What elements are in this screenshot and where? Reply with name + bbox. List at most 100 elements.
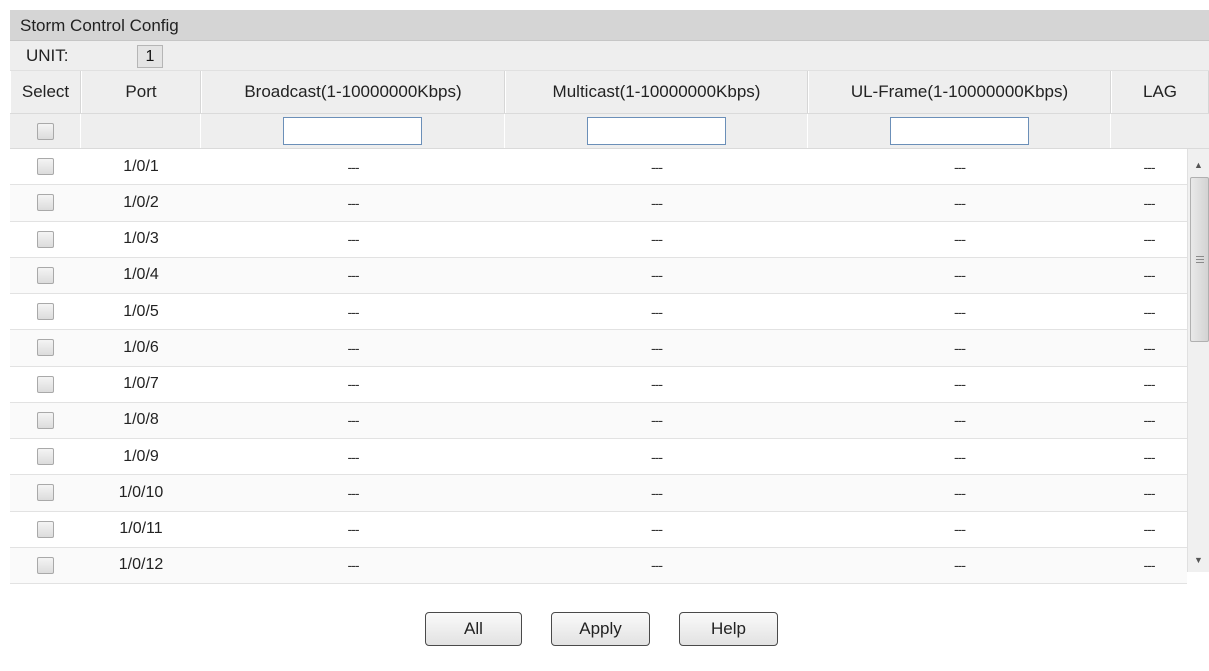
row-checkbox[interactable] (37, 194, 54, 212)
row-checkbox[interactable] (37, 266, 54, 284)
ul-frame-cell: --- (808, 512, 1111, 547)
row-select-cell (10, 475, 81, 510)
multicast-cell: --- (505, 330, 808, 365)
port-cell-value: 1/0/8 (123, 411, 159, 429)
triangle-down-icon[interactable]: ▼ (1188, 548, 1209, 572)
multicast-rate-input[interactable] (586, 117, 726, 145)
row-select-cell (10, 512, 81, 547)
table-row[interactable]: 1/0/10 --- --- --- --- (10, 475, 1187, 512)
port-cell: 1/0/8 (81, 403, 201, 438)
multicast-cell-value: --- (651, 158, 663, 175)
select-all-checkbox[interactable] (36, 122, 54, 140)
unit-bar: UNIT: 1 (10, 41, 1209, 70)
row-checkbox[interactable] (37, 230, 54, 248)
port-cell: 1/0/12 (81, 548, 201, 583)
row-checkbox[interactable] (37, 411, 54, 429)
row-checkbox[interactable] (37, 448, 54, 466)
lag-cell: --- (1111, 475, 1187, 510)
ul-frame-cell: --- (808, 403, 1111, 438)
table-row[interactable]: 1/0/7 --- --- --- --- (10, 366, 1187, 403)
port-cell-value: 1/0/10 (118, 483, 164, 501)
table-row[interactable]: 1/0/9 --- --- --- --- (10, 439, 1187, 476)
row-checkbox[interactable] (37, 375, 54, 393)
row-select-cell (10, 185, 81, 220)
ul-frame-cell: --- (808, 330, 1111, 365)
broadcast-cell-value: --- (347, 231, 360, 248)
broadcast-cell: --- (201, 185, 505, 220)
multicast-cell-value: --- (651, 484, 663, 501)
lag-cell-value: --- (1143, 267, 1156, 284)
scroll-thumb[interactable] (1190, 177, 1209, 342)
table-row[interactable]: 1/0/6 --- --- --- --- (10, 330, 1187, 367)
broadcast-rate-input[interactable] (283, 117, 422, 145)
table-row[interactable]: 1/0/8 --- --- --- --- (10, 402, 1187, 439)
ul-frame-cell-value: --- (954, 412, 966, 429)
lag-cell-value: --- (1143, 339, 1156, 356)
ul-frame-cell: --- (808, 475, 1111, 510)
port-cell: 1/0/7 (81, 367, 201, 402)
row-checkbox[interactable] (37, 158, 54, 176)
ul-frame-cell-value: --- (954, 194, 966, 211)
ul-frame-cell-value: --- (954, 448, 966, 465)
row-checkbox[interactable] (37, 303, 54, 321)
col-header-multicast: Multicast(1-10000000Kbps) (505, 71, 808, 113)
multicast-cell: --- (505, 222, 808, 257)
multicast-cell: --- (505, 367, 808, 402)
table-row[interactable]: 1/0/2 --- --- --- --- (10, 185, 1187, 222)
storm-control-panel: Storm Control Config UNIT: 1 Select Port… (10, 10, 1209, 584)
port-cell: 1/0/10 (81, 475, 201, 510)
multicast-cell: --- (505, 258, 808, 293)
ul-frame-cell: --- (808, 222, 1111, 257)
broadcast-cell-value: --- (347, 521, 360, 538)
broadcast-cell-value: --- (347, 412, 360, 429)
table-row[interactable]: 1/0/4 --- --- --- --- (10, 257, 1187, 294)
unit-label: UNIT: (26, 46, 69, 65)
lag-cell: --- (1111, 185, 1187, 220)
table-row[interactable]: 1/0/12 --- --- --- --- (10, 547, 1187, 584)
broadcast-cell-value: --- (347, 158, 360, 175)
col-header-select: Select (10, 71, 81, 113)
table-row[interactable]: 1/0/3 --- --- --- --- (10, 221, 1187, 258)
lag-cell: --- (1111, 330, 1187, 365)
broadcast-cell-value: --- (347, 267, 360, 284)
table-row[interactable]: 1/0/1 --- --- --- --- (10, 149, 1187, 186)
help-button[interactable]: Help (679, 612, 778, 646)
multicast-cell-value: --- (651, 303, 663, 320)
port-cell: 1/0/4 (81, 258, 201, 293)
ul-frame-cell-value: --- (954, 557, 966, 574)
multicast-cell-value: --- (651, 194, 663, 211)
lag-cell-value: --- (1143, 412, 1156, 429)
ul-frame-cell: --- (808, 367, 1111, 402)
apply-button[interactable]: Apply (551, 612, 650, 646)
multicast-cell-value: --- (651, 267, 663, 284)
ul-frame-cell: --- (808, 548, 1111, 583)
table-row[interactable]: 1/0/5 --- --- --- --- (10, 294, 1187, 331)
row-select-cell (10, 149, 81, 184)
port-cell-value: 1/0/4 (123, 266, 159, 284)
row-checkbox[interactable] (37, 339, 54, 357)
all-button[interactable]: All (425, 612, 522, 646)
row-checkbox[interactable] (37, 556, 54, 574)
ul-frame-rate-input[interactable] (889, 117, 1029, 145)
multicast-cell-value: --- (651, 412, 663, 429)
port-cell: 1/0/5 (81, 294, 201, 329)
ul-frame-cell-value: --- (954, 303, 966, 320)
col-header-ul-frame: UL-Frame(1-10000000Kbps) (808, 71, 1111, 113)
row-select-cell (10, 222, 81, 257)
port-cell-value: 1/0/11 (119, 520, 163, 538)
col-header-port: Port (81, 71, 201, 113)
triangle-up-icon[interactable]: ▲ (1188, 153, 1209, 177)
port-cell-value: 1/0/5 (123, 302, 159, 320)
row-checkbox[interactable] (37, 484, 54, 502)
broadcast-cell: --- (201, 512, 505, 547)
batch-config-row (10, 113, 1209, 149)
port-cell-value: 1/0/9 (123, 447, 159, 465)
unit-button-1[interactable]: 1 (137, 45, 163, 68)
lag-cell-value: --- (1143, 484, 1156, 501)
vertical-scrollbar[interactable]: ▲ ▼ (1187, 149, 1209, 572)
row-checkbox[interactable] (37, 520, 54, 538)
row-select-cell (10, 258, 81, 293)
table-row[interactable]: 1/0/11 --- --- --- --- (10, 511, 1187, 548)
multicast-cell-value: --- (651, 339, 663, 356)
lag-cell: --- (1111, 439, 1187, 474)
